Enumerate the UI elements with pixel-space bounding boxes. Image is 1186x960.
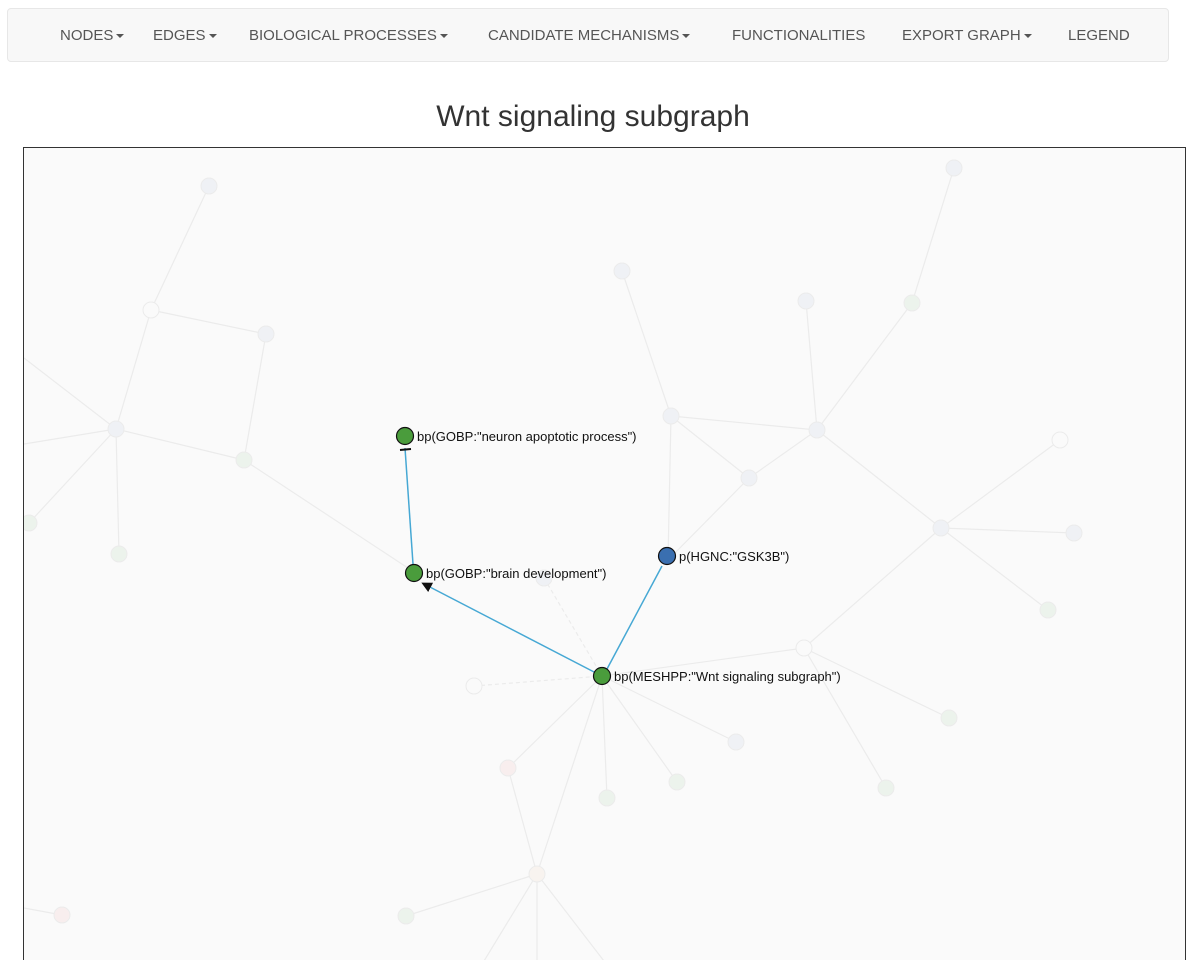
- background-subgraph: [24, 159, 1083, 960]
- nav-export-graph-label: EXPORT GRAPH: [902, 27, 1021, 44]
- nav-candidate-mechanisms-dropdown[interactable]: CANDIDATE MECHANISMS: [488, 9, 691, 61]
- caret-down-icon: [682, 34, 691, 39]
- caret-down-icon: [1023, 34, 1032, 39]
- graph-node-brain-development[interactable]: bp(GOBP:"brain development"): [404, 563, 607, 583]
- nav-candidate-mechanisms-label: CANDIDATE MECHANISMS: [488, 27, 680, 44]
- edge-inhibition-bar: [399, 448, 412, 451]
- caret-down-icon: [439, 34, 448, 39]
- graph-node-gsk3b[interactable]: p(HGNC:"GSK3B"): [657, 546, 790, 566]
- node-circle: [592, 666, 612, 686]
- top-navbar: NODES EDGES BIOLOGICAL PROCESSES CANDIDA…: [7, 8, 1169, 62]
- nav-functionalities-label: FUNCTIONALITIES: [732, 27, 866, 44]
- node-circle: [404, 563, 424, 583]
- nav-biological-processes-dropdown[interactable]: BIOLOGICAL PROCESSES: [249, 9, 448, 61]
- edge-wnt-to-brain-development[interactable]: [421, 582, 597, 674]
- edge-brain-development-to-neuron-apoptotic[interactable]: [404, 447, 414, 565]
- node-circle: [395, 426, 415, 446]
- node-label: bp(GOBP:"brain development"): [426, 566, 606, 581]
- nav-biological-processes-label: BIOLOGICAL PROCESSES: [249, 27, 437, 44]
- nav-functionalities[interactable]: FUNCTIONALITIES: [732, 9, 865, 61]
- nav-export-graph-dropdown[interactable]: EXPORT GRAPH: [902, 9, 1032, 61]
- nav-edges-label: EDGES: [153, 27, 206, 44]
- nav-nodes-dropdown[interactable]: NODES: [60, 9, 125, 61]
- network-graph-canvas[interactable]: bp(GOBP:"neuron apoptotic process") bp(G…: [23, 147, 1186, 960]
- network-graph-svg[interactable]: bp(GOBP:"neuron apoptotic process") bp(G…: [24, 148, 1186, 960]
- graph-node-wnt-signaling-subgraph[interactable]: bp(MESHPP:"Wnt signaling subgraph"): [592, 666, 841, 686]
- node-label: p(HGNC:"GSK3B"): [679, 549, 789, 564]
- edge-wnt-to-gsk3b[interactable]: [606, 565, 663, 670]
- caret-down-icon: [208, 34, 217, 39]
- node-label: bp(MESHPP:"Wnt signaling subgraph"): [614, 669, 841, 684]
- nav-nodes-label: NODES: [60, 27, 114, 44]
- caret-down-icon: [116, 34, 125, 39]
- node-label: bp(GOBP:"neuron apoptotic process"): [417, 429, 637, 444]
- node-circle: [657, 546, 677, 566]
- nav-legend-label: LEGEND: [1068, 27, 1130, 44]
- nav-edges-dropdown[interactable]: EDGES: [153, 9, 217, 61]
- nav-legend[interactable]: LEGEND: [1068, 9, 1130, 61]
- graph-node-neuron-apoptotic-process[interactable]: bp(GOBP:"neuron apoptotic process"): [395, 426, 637, 446]
- highlighted-edges: [399, 447, 663, 674]
- page-title: Wnt signaling subgraph: [436, 100, 750, 133]
